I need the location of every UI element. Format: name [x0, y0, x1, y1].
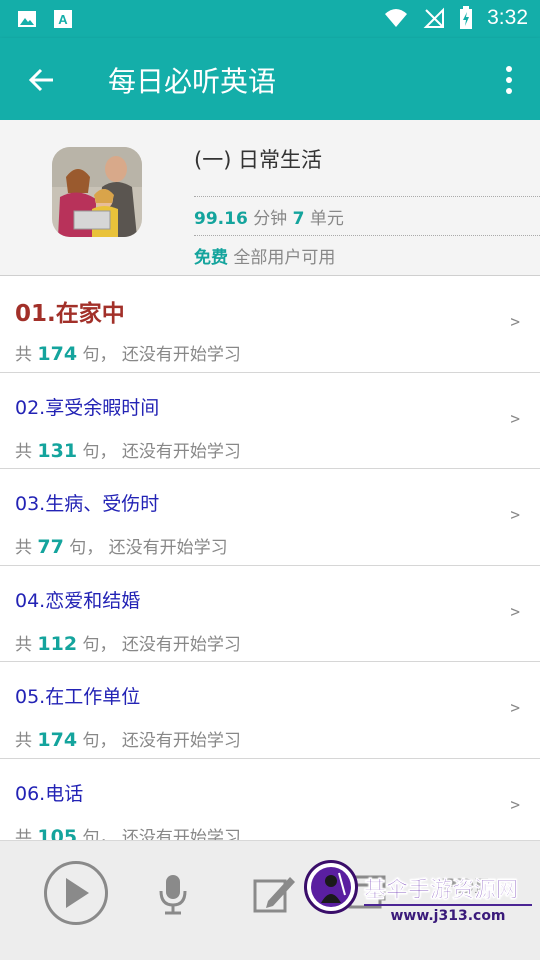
course-duration-row: 99.16 分钟 7 单元	[194, 196, 540, 234]
sentence-count: 77	[37, 536, 64, 558]
lesson-progress: 共 174 句， 还没有开始学习	[15, 343, 241, 365]
list-item[interactable]: 02.享受余暇时间 共 131 句， 还没有开始学习 >	[0, 373, 540, 469]
course-cover-image	[52, 147, 142, 237]
dot-icon	[506, 88, 512, 94]
lesson-list[interactable]: 01.在家中 共 174 句， 还没有开始学习 > 02.享受余暇时间 共 13…	[0, 276, 540, 840]
lesson-progress: 共 105 句， 还没有开始学习	[15, 823, 241, 841]
sentence-count: 105	[37, 825, 78, 841]
course-access-row: 免费 全部用户可用	[194, 235, 540, 273]
overflow-menu-button[interactable]	[494, 60, 524, 100]
lesson-title: 01.在家中	[15, 301, 125, 327]
chevron-right-icon: >	[510, 698, 520, 717]
lesson-title: 06.电话	[15, 782, 84, 805]
watermark-url: www.j313.com	[364, 904, 532, 924]
sentence-count: 174	[37, 343, 78, 365]
page-title: 每日必听英语	[108, 65, 277, 98]
list-item[interactable]: 06.电话 共 105 句， 还没有开始学习 >	[0, 759, 540, 841]
duration-unit: 分钟	[253, 209, 288, 229]
microphone-icon[interactable]	[158, 873, 188, 915]
dot-icon	[506, 66, 512, 72]
status-time: 3:32	[487, 6, 528, 29]
watermark-title: 基伞手游资源网	[364, 878, 519, 904]
svg-text:A: A	[58, 12, 68, 27]
list-item[interactable]: 04.恋爱和结婚 共 112 句， 还没有开始学习 >	[0, 566, 540, 662]
arrow-left-icon	[28, 68, 53, 92]
chevron-right-icon: >	[510, 408, 520, 428]
sentence-count: 112	[37, 632, 78, 655]
chevron-right-icon: >	[510, 312, 520, 331]
back-button[interactable]	[22, 60, 62, 100]
play-icon	[66, 878, 89, 908]
lesson-progress: 共 77 句， 还没有开始学习	[15, 536, 228, 558]
wifi-icon	[385, 9, 408, 27]
watermark: 基伞手游资源网 www.j313.com	[302, 858, 534, 948]
lesson-progress: 共 112 句， 还没有开始学习	[15, 632, 241, 655]
status-bar: A 3:32	[0, 0, 540, 38]
lesson-title: 02.享受余暇时间	[15, 396, 160, 419]
no-signal-icon	[423, 7, 445, 28]
lesson-title: 05.在工作单位	[15, 686, 141, 708]
chevron-right-icon: >	[510, 601, 520, 621]
units-label: 单元	[309, 209, 344, 229]
play-button[interactable]	[44, 861, 108, 925]
sentence-count: 131	[37, 439, 78, 462]
list-item[interactable]: 03.生病、受伤时 共 77 句， 还没有开始学习 >	[0, 469, 540, 566]
app-notification-icon: A	[54, 10, 72, 28]
dot-icon	[506, 77, 512, 83]
lesson-progress: 共 131 句， 还没有开始学习	[15, 439, 241, 462]
lesson-title: 04.恋爱和结婚	[15, 589, 141, 612]
sentence-count: 174	[37, 729, 78, 751]
price-label: 免费	[194, 248, 228, 268]
lesson-title: 03.生病、受伤时	[15, 493, 160, 515]
list-item[interactable]: 05.在工作单位 共 174 句， 还没有开始学习 >	[0, 662, 540, 759]
duration-value: 99.16	[194, 209, 248, 229]
course-header: (一) 日常生活 99.16 分钟 7 单元 免费 全部用户可用	[0, 120, 540, 276]
units-value: 7	[292, 209, 305, 229]
battery-charging-icon	[460, 6, 473, 29]
course-title: (一) 日常生活	[194, 148, 323, 172]
lesson-progress: 共 174 句， 还没有开始学习	[15, 729, 241, 751]
image-notification-icon	[18, 11, 36, 27]
list-item[interactable]: 01.在家中 共 174 句， 还没有开始学习 >	[0, 276, 540, 373]
chevron-right-icon: >	[510, 505, 520, 524]
access-label: 全部用户可用	[233, 248, 336, 268]
app-bar: 每日必听英语	[0, 38, 540, 120]
watermark-logo-icon	[304, 860, 358, 914]
edit-icon[interactable]	[252, 873, 296, 915]
chevron-right-icon: >	[510, 794, 520, 814]
